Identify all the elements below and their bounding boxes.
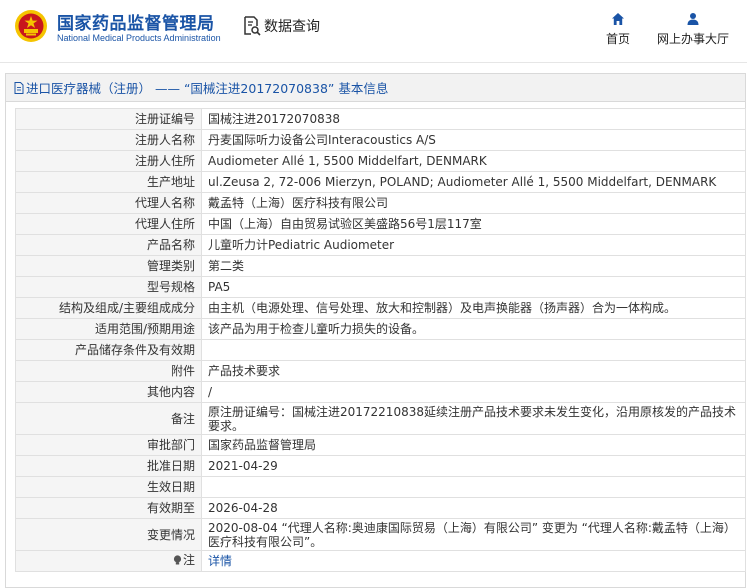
site-header: 国家药品监督管理局 National Medical Products Admi… <box>0 0 747 63</box>
panel-title: 进口医疗器械（注册） —— “国械注进20172070838” 基本信息 <box>6 74 745 102</box>
nav-home[interactable]: 首页 <box>606 12 630 47</box>
details-link[interactable]: 详情 <box>208 554 232 568</box>
document-icon <box>14 81 24 94</box>
nav-online-office-label: 网上办事大厅 <box>657 32 730 46</box>
data-query-label: 数据查询 <box>264 19 320 35</box>
row-value: 2020-08-04 “代理人名称:奥迪康国际贸易（上海）有限公司” 变更为 “… <box>201 518 746 551</box>
table-row: 批准日期 2021-04-29 <box>15 455 746 477</box>
user-icon <box>687 13 699 25</box>
row-value: 原注册证编号：国械注进20172210838延续注册产品技术要求未发生变化，沿用… <box>201 402 746 435</box>
registration-info-table: 注册证编号 国械注进20172070838 注册人名称 丹麦国际听力设备公司In… <box>15 108 746 572</box>
note-label-cell: 注 <box>15 550 202 572</box>
row-value <box>201 339 746 361</box>
row-label: 产品储存条件及有效期 <box>15 339 202 361</box>
table-row: 代理人名称 戴孟特（上海）医疗科技有限公司 <box>15 192 746 214</box>
table-row: 审批部门 国家药品监督管理局 <box>15 434 746 456</box>
table-row: 其他内容 / <box>15 381 746 403</box>
row-label: 附件 <box>15 360 202 382</box>
row-label: 代理人住所 <box>15 213 202 235</box>
data-query-link[interactable]: 数据查询 <box>243 16 320 36</box>
device-info-panel: 进口医疗器械（注册） —— “国械注进20172070838” 基本信息 注册证… <box>5 73 746 588</box>
row-label: 结构及组成/主要组成成分 <box>15 297 202 319</box>
lightbulb-icon <box>173 555 182 565</box>
row-label: 批准日期 <box>15 455 202 477</box>
table-row: 有效期至 2026-04-28 <box>15 497 746 519</box>
table-row: 适用范围/预期用途 该产品为用于检查儿童听力损失的设备。 <box>15 318 746 340</box>
table-row: 变更情况 2020-08-04 “代理人名称:奥迪康国际贸易（上海）有限公司” … <box>15 518 746 551</box>
table-row: 管理类别 第二类 <box>15 255 746 277</box>
row-label: 注册人住所 <box>15 150 202 172</box>
row-label: 管理类别 <box>15 255 202 277</box>
panel-title-text: 进口医疗器械（注册） —— “国械注进20172070838” 基本信息 <box>26 81 389 96</box>
national-emblem-icon <box>15 10 47 42</box>
row-value: 2021-04-29 <box>201 455 746 477</box>
note-value-cell: 详情 <box>201 550 746 572</box>
row-value: ul.Zeusa 2, 72-006 Mierzyn, POLAND; Audi… <box>201 171 746 193</box>
row-label: 产品名称 <box>15 234 202 256</box>
table-row: 附件 产品技术要求 <box>15 360 746 382</box>
table-row: 注册人名称 丹麦国际听力设备公司Interacoustics A/S <box>15 129 746 151</box>
row-label: 型号规格 <box>15 276 202 298</box>
org-name-cn: 国家药品监督管理局 <box>57 14 215 34</box>
note-label: 注 <box>173 553 195 567</box>
table-row: 备注 原注册证编号：国械注进20172210838延续注册产品技术要求未发生变化… <box>15 402 746 435</box>
row-value: 儿童听力计Pediatric Audiometer <box>201 234 746 256</box>
nav-online-office[interactable]: 网上办事大厅 <box>657 12 729 47</box>
row-value: 该产品为用于检查儿童听力损失的设备。 <box>201 318 746 340</box>
row-label: 有效期至 <box>15 497 202 519</box>
document-search-icon <box>244 16 261 36</box>
note-label-text: 注 <box>182 553 195 568</box>
home-icon <box>612 13 624 25</box>
row-label: 生效日期 <box>15 476 202 498</box>
table-row: 注册证编号 国械注进20172070838 <box>15 108 746 130</box>
table-row: 代理人住所 中国（上海）自由贸易试验区美盛路56号1层117室 <box>15 213 746 235</box>
row-label: 审批部门 <box>15 434 202 456</box>
row-label: 其他内容 <box>15 381 202 403</box>
row-label: 备注 <box>15 402 202 435</box>
table-row: 生产地址 ul.Zeusa 2, 72-006 Mierzyn, POLAND;… <box>15 171 746 193</box>
row-label: 注册人名称 <box>15 129 202 151</box>
table-row: 产品名称 儿童听力计Pediatric Audiometer <box>15 234 746 256</box>
table-row: 注册人住所 Audiometer Allé 1, 5500 Middelfart… <box>15 150 746 172</box>
row-value: 由主机（电源处理、信号处理、放大和控制器）及电声换能器（扬声器）合为一体构成。 <box>201 297 746 319</box>
table-row: 结构及组成/主要组成成分 由主机（电源处理、信号处理、放大和控制器）及电声换能器… <box>15 297 746 319</box>
row-label: 适用范围/预期用途 <box>15 318 202 340</box>
org-name-en: National Medical Products Administration <box>57 33 221 43</box>
row-value: 国械注进20172070838 <box>201 108 746 130</box>
table-row: 型号规格 PA5 <box>15 276 746 298</box>
row-label: 变更情况 <box>15 518 202 551</box>
row-value: 2026-04-28 <box>201 497 746 519</box>
row-label: 注册证编号 <box>15 108 202 130</box>
row-value: 戴孟特（上海）医疗科技有限公司 <box>201 192 746 214</box>
row-label: 代理人名称 <box>15 192 202 214</box>
row-label: 生产地址 <box>15 171 202 193</box>
row-value <box>201 476 746 498</box>
table-row: 生效日期 <box>15 476 746 498</box>
row-value: 丹麦国际听力设备公司Interacoustics A/S <box>201 129 746 151</box>
row-value: 产品技术要求 <box>201 360 746 382</box>
table-row: 产品储存条件及有效期 <box>15 339 746 361</box>
row-value: 中国（上海）自由贸易试验区美盛路56号1层117室 <box>201 213 746 235</box>
row-value: Audiometer Allé 1, 5500 Middelfart, DENM… <box>201 150 746 172</box>
row-value: / <box>201 381 746 403</box>
row-value: 国家药品监督管理局 <box>201 434 746 456</box>
table-row-note: 注 详情 <box>15 550 746 572</box>
nav-home-label: 首页 <box>606 32 631 46</box>
row-value: 第二类 <box>201 255 746 277</box>
row-value: PA5 <box>201 276 746 298</box>
